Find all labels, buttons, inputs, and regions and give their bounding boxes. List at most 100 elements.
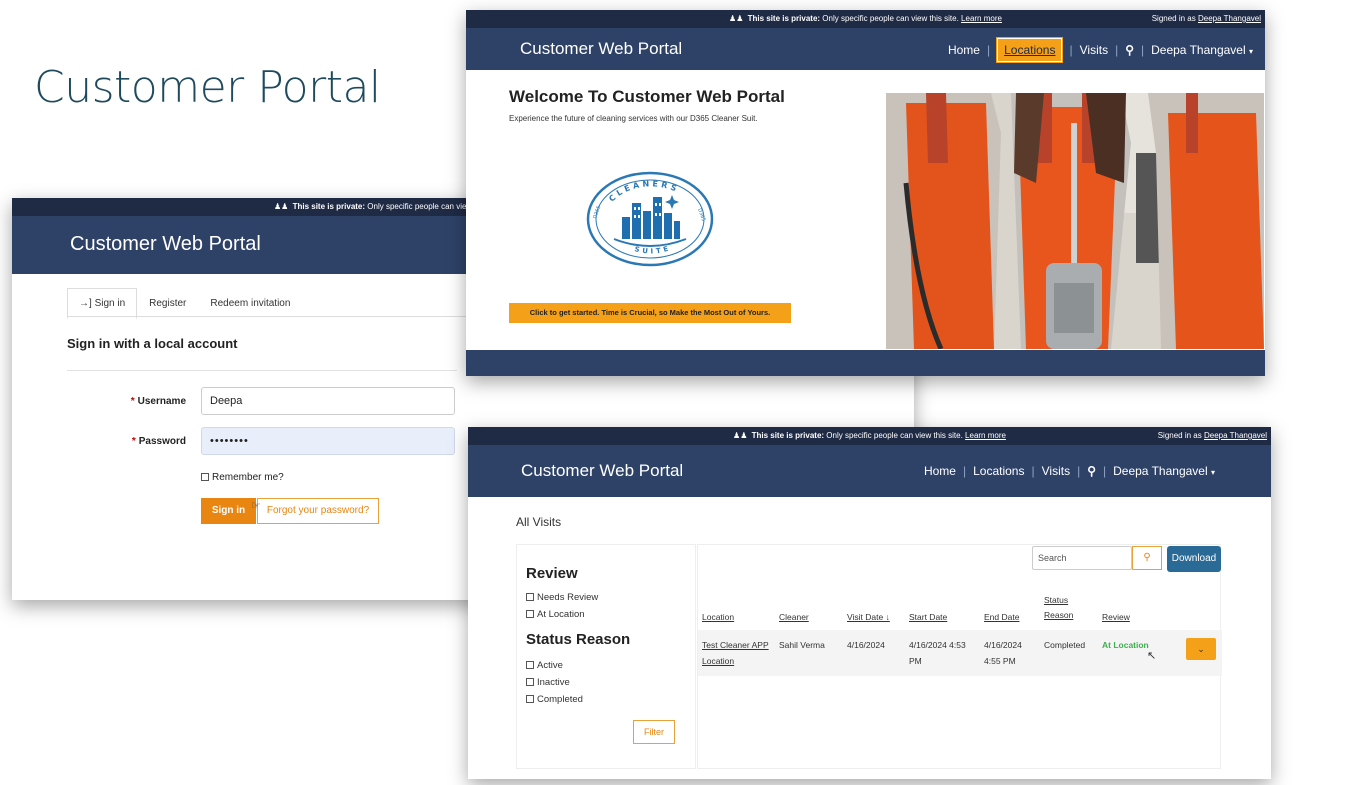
welcome-subtitle: Experience the future of cleaning servic… — [509, 114, 758, 123]
remember-checkbox[interactable] — [201, 473, 209, 481]
nav-visits[interactable]: Visits — [1080, 43, 1108, 57]
checkbox[interactable] — [526, 610, 534, 618]
private-site-bar: ♟♟ This site is private: Only specific p… — [466, 10, 1265, 28]
search-icon[interactable]: ⚲ — [1125, 43, 1134, 57]
filter-inactive[interactable]: Inactive — [526, 677, 570, 688]
col-start-date[interactable]: Start Date — [909, 612, 947, 622]
visits-grid: Search ⚲ Download Location Cleaner Visit… — [697, 544, 1222, 769]
nav-locations[interactable]: Locations — [996, 37, 1064, 63]
filter-needs-review[interactable]: Needs Review — [526, 592, 598, 603]
private-bold-text: This site is private: — [751, 431, 825, 440]
filter-label: Needs Review — [537, 592, 599, 603]
password-field[interactable]: •••••••• — [201, 427, 455, 455]
tab-redeem-invitation[interactable]: Redeem invitation — [198, 288, 302, 319]
site-header: Customer Web Portal Home | Locations | V… — [466, 28, 1265, 70]
username-field[interactable]: Deepa — [201, 387, 455, 415]
col-location[interactable]: Location — [702, 612, 734, 622]
search-button[interactable]: ⚲ — [1132, 546, 1162, 570]
search-icon: ⚲ — [1143, 552, 1151, 563]
username-label: * Username — [130, 396, 186, 407]
row-actions-button[interactable]: ⌄ — [1186, 638, 1216, 660]
site-brand[interactable]: Customer Web Portal — [70, 233, 261, 256]
filter-label: At Location — [537, 609, 585, 620]
lock-people-icon: ♟♟ — [733, 431, 748, 440]
search-icon[interactable]: ⚲ — [1087, 464, 1096, 478]
nav-separator: | — [1031, 464, 1035, 478]
nav-separator: | — [962, 464, 967, 478]
signed-in-user-link[interactable]: Deepa Thangavel — [1204, 431, 1267, 440]
col-cleaner[interactable]: Cleaner — [779, 612, 809, 622]
signin-heading: Sign in with a local account — [67, 336, 238, 351]
learn-more-link[interactable]: Learn more — [961, 14, 1002, 23]
filter-label: Completed — [537, 694, 583, 705]
status-reason-heading: Status Reason — [526, 631, 631, 648]
private-site-bar: ♟♟ This site is private: Only specific p… — [468, 427, 1271, 445]
nav-separator: | — [1140, 43, 1145, 57]
cell-start-line2: PM — [909, 656, 922, 666]
get-started-button[interactable]: Click to get started. Time is Crucial, s… — [509, 303, 791, 323]
signed-in-user-link[interactable]: Deepa Thangavel — [1198, 14, 1261, 23]
col-visit-date[interactable]: Visit Date ↓ — [847, 612, 890, 622]
caret-down-icon: ▾ — [1248, 47, 1253, 56]
page-title: All Visits — [516, 515, 562, 529]
cell-cleaner: Sahil Verma — [779, 640, 825, 650]
nav-separator: | — [1115, 43, 1119, 57]
private-text: Only specific people can view this site. — [826, 431, 963, 440]
cell-location-line2: Location — [702, 656, 735, 666]
site-brand[interactable]: Customer Web Portal — [521, 461, 683, 481]
tab-sign-in[interactable]: →] Sign in — [67, 288, 138, 319]
checkbox[interactable] — [526, 678, 534, 686]
review-heading: Review — [526, 565, 578, 582]
checkbox[interactable] — [526, 695, 534, 703]
filter-active[interactable]: Active — [526, 660, 563, 671]
nav-home[interactable]: Home — [924, 464, 956, 478]
remember-me[interactable]: Remember me? — [201, 472, 284, 483]
slide-title: Customer Portal — [34, 62, 381, 113]
col-end-date[interactable]: End Date — [984, 612, 1019, 622]
nav-separator: | — [1077, 464, 1081, 478]
main-nav: Home | Locations | Visits | ⚲ | Deepa Th… — [924, 464, 1215, 478]
nav-locations[interactable]: Locations — [973, 464, 1024, 478]
site-brand[interactable]: Customer Web Portal — [520, 39, 682, 59]
nav-separator: | — [1069, 43, 1073, 57]
lock-people-icon: ♟♟ — [274, 202, 289, 211]
checkbox[interactable] — [526, 661, 534, 669]
password-label: * Password — [131, 436, 186, 447]
signed-in-prefix: Signed in as — [1151, 14, 1196, 23]
cell-location[interactable]: Test Cleaner APP Location — [702, 637, 769, 669]
cursor-icon: ↖ — [1147, 650, 1157, 662]
col-review[interactable]: Review — [1102, 612, 1130, 622]
nav-user-name: Deepa Thangavel — [1113, 464, 1208, 478]
nav-user-menu[interactable]: Deepa Thangavel ▾ — [1151, 43, 1253, 57]
caret-down-icon: ▾ — [1210, 468, 1215, 477]
signed-in-prefix: Signed in as — [1157, 431, 1202, 440]
col-status-reason[interactable]: Status Reason — [1044, 595, 1073, 625]
nav-separator: | — [1102, 464, 1107, 478]
cell-status: Completed — [1044, 640, 1086, 650]
learn-more-link[interactable]: Learn more — [965, 431, 1006, 440]
nav-user-menu[interactable]: Deepa Thangavel ▾ — [1113, 464, 1215, 478]
welcome-window: ♟♟ This site is private: Only specific p… — [466, 10, 1265, 376]
nav-user-name: Deepa Thangavel — [1151, 43, 1246, 57]
tab-register[interactable]: Register — [137, 288, 198, 319]
nav-visits[interactable]: Visits — [1042, 464, 1070, 478]
col-status-line2: Reason — [1044, 610, 1074, 620]
filter-button[interactable]: Filter — [633, 720, 675, 744]
remember-label: Remember me? — [212, 472, 284, 483]
col-status-line1: Status — [1044, 595, 1069, 605]
filter-completed[interactable]: Completed — [526, 694, 583, 705]
sign-in-button[interactable]: Sign in — [201, 498, 256, 524]
visits-window: ♟♟ This site is private: Only specific p… — [468, 427, 1271, 779]
forgot-password-button[interactable]: Forgot your password? — [257, 498, 379, 524]
signed-in-as: Signed in as Deepa Thangavel — [1158, 427, 1267, 445]
download-button[interactable]: Download — [1167, 546, 1221, 572]
nav-home[interactable]: Home — [948, 43, 980, 57]
nav-separator: | — [986, 43, 991, 57]
checkbox[interactable] — [526, 593, 534, 601]
welcome-heading: Welcome To Customer Web Portal — [509, 87, 785, 106]
search-input[interactable]: Search — [1032, 546, 1132, 570]
filter-at-location[interactable]: At Location — [526, 609, 585, 620]
cleaners-suite-logo: CLEANERS SUITE D365 D365 — [586, 171, 714, 267]
private-text: Only specific people can view th — [367, 202, 482, 211]
site-header: Customer Web Portal Home | Locations | V… — [468, 445, 1271, 497]
